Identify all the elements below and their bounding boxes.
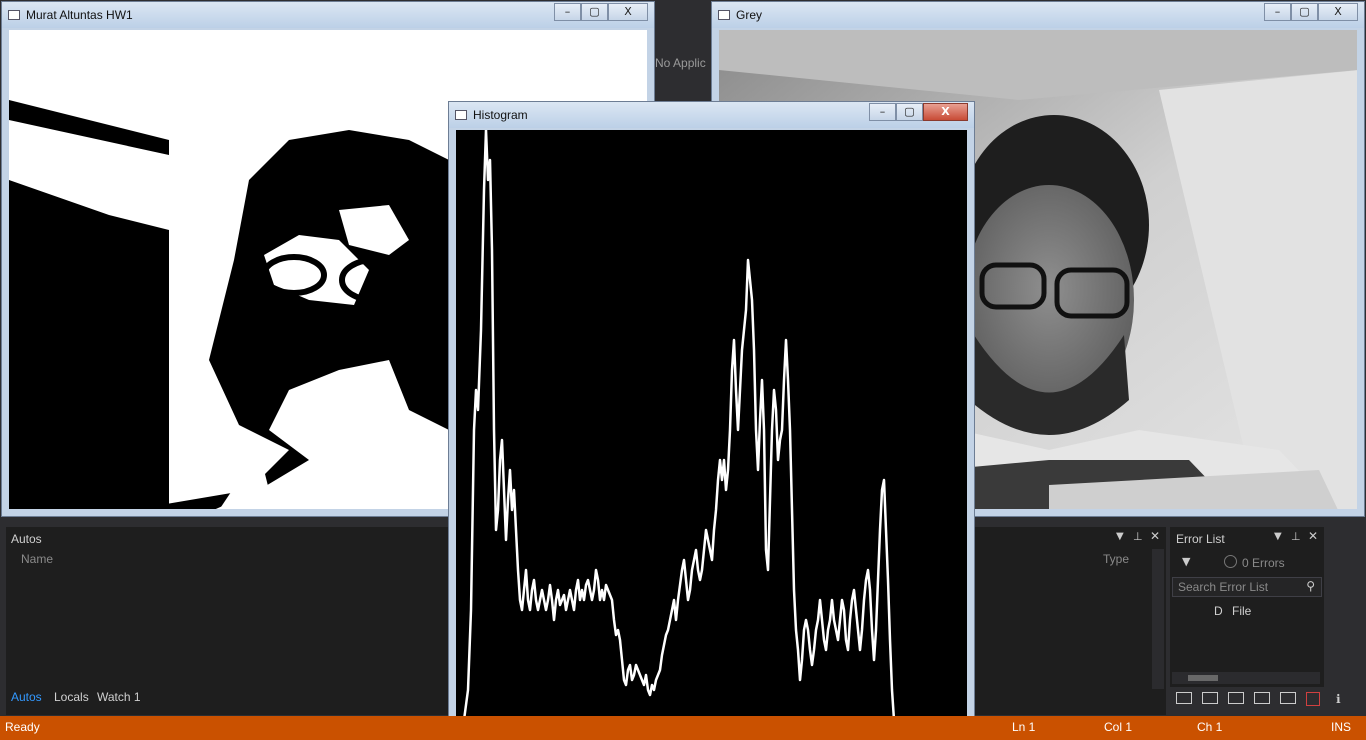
error-col-header-d[interactable]: D bbox=[1214, 604, 1223, 618]
search-icon[interactable]: ⚲ bbox=[1306, 579, 1315, 593]
toolbar-info-icon[interactable]: ℹ bbox=[1336, 692, 1341, 706]
filter-icon[interactable]: ▼ bbox=[1182, 555, 1190, 568]
error-list-panel: Error List ▼ ⊥ ✕ ▼ 0 Errors Search Error… bbox=[1170, 527, 1324, 687]
error-col-header-file[interactable]: File bbox=[1232, 604, 1251, 618]
column-type-header[interactable]: Type bbox=[1103, 552, 1129, 566]
column-name-header[interactable]: Name bbox=[21, 552, 53, 566]
histogram-window[interactable]: Histogram – ▢ X bbox=[448, 101, 975, 738]
toolbar-camera-icon[interactable] bbox=[1280, 692, 1296, 704]
error-circle-icon[interactable] bbox=[1224, 555, 1237, 568]
panel-dropdown-icon[interactable]: ▼ bbox=[1116, 531, 1124, 542]
autos-title: Autos bbox=[11, 532, 42, 546]
panel-pin-icon[interactable]: ⊥ bbox=[1133, 530, 1143, 543]
error-list-title: Error List bbox=[1176, 532, 1225, 546]
toolbar-clear-icon[interactable] bbox=[1306, 692, 1320, 706]
error-hscroll-thumb[interactable] bbox=[1188, 675, 1218, 681]
status-bar: Ready Ln 1 Col 1 Ch 1 INS bbox=[0, 716, 1366, 740]
status-ready: Ready bbox=[5, 720, 40, 734]
error-dropdown-icon[interactable]: ▼ bbox=[1274, 531, 1282, 542]
tab-autos[interactable]: Autos bbox=[11, 690, 42, 704]
histogram-canvas bbox=[456, 130, 967, 730]
minimize-button[interactable]: – bbox=[554, 3, 581, 21]
toolbar-console-icon[interactable] bbox=[1228, 692, 1244, 704]
status-line: Ln 1 bbox=[1012, 720, 1036, 734]
toolbar-output-icon[interactable] bbox=[1254, 692, 1270, 704]
histogram-plot bbox=[456, 130, 967, 730]
binary-window-title: Murat Altuntas HW1 bbox=[26, 8, 133, 22]
status-column: Col 1 bbox=[1104, 720, 1133, 734]
minimize-button[interactable]: – bbox=[1264, 3, 1291, 21]
error-close-icon[interactable]: ✕ bbox=[1308, 529, 1318, 543]
panel-close-icon[interactable]: ✕ bbox=[1150, 529, 1160, 543]
autos-scrollbar[interactable] bbox=[1152, 549, 1164, 689]
histogram-window-title: Histogram bbox=[473, 108, 528, 122]
toolbar-list-icon[interactable] bbox=[1176, 692, 1192, 704]
window-app-icon bbox=[455, 110, 467, 120]
maximize-button[interactable]: ▢ bbox=[896, 103, 923, 121]
status-insert-mode: INS bbox=[1331, 720, 1352, 734]
errors-count-button[interactable]: 0 Errors bbox=[1242, 556, 1285, 570]
window-app-icon bbox=[718, 10, 730, 20]
tab-locals[interactable]: Locals bbox=[54, 690, 89, 704]
tab-watch-1[interactable]: Watch 1 bbox=[97, 690, 141, 704]
close-button[interactable]: X bbox=[923, 103, 968, 121]
close-button[interactable]: X bbox=[608, 3, 648, 21]
toolbar-icons: ℹ bbox=[1176, 692, 1366, 710]
minimize-button[interactable]: – bbox=[869, 103, 896, 121]
maximize-button[interactable]: ▢ bbox=[1291, 3, 1318, 21]
toolbar-window-icon[interactable] bbox=[1202, 692, 1218, 704]
close-button[interactable]: X bbox=[1318, 3, 1358, 21]
error-pin-icon[interactable]: ⊥ bbox=[1291, 530, 1301, 543]
error-search-placeholder: Search Error List bbox=[1178, 580, 1269, 594]
status-char: Ch 1 bbox=[1197, 720, 1223, 734]
grey-window-title: Grey bbox=[736, 8, 763, 22]
histogram-curve bbox=[456, 130, 967, 730]
no-app-text: No Applic bbox=[655, 56, 706, 70]
error-search-box[interactable]: Search Error List ⚲ bbox=[1172, 577, 1322, 597]
error-hscrollbar[interactable] bbox=[1172, 672, 1320, 684]
maximize-button[interactable]: ▢ bbox=[581, 3, 608, 21]
window-app-icon bbox=[8, 10, 20, 20]
